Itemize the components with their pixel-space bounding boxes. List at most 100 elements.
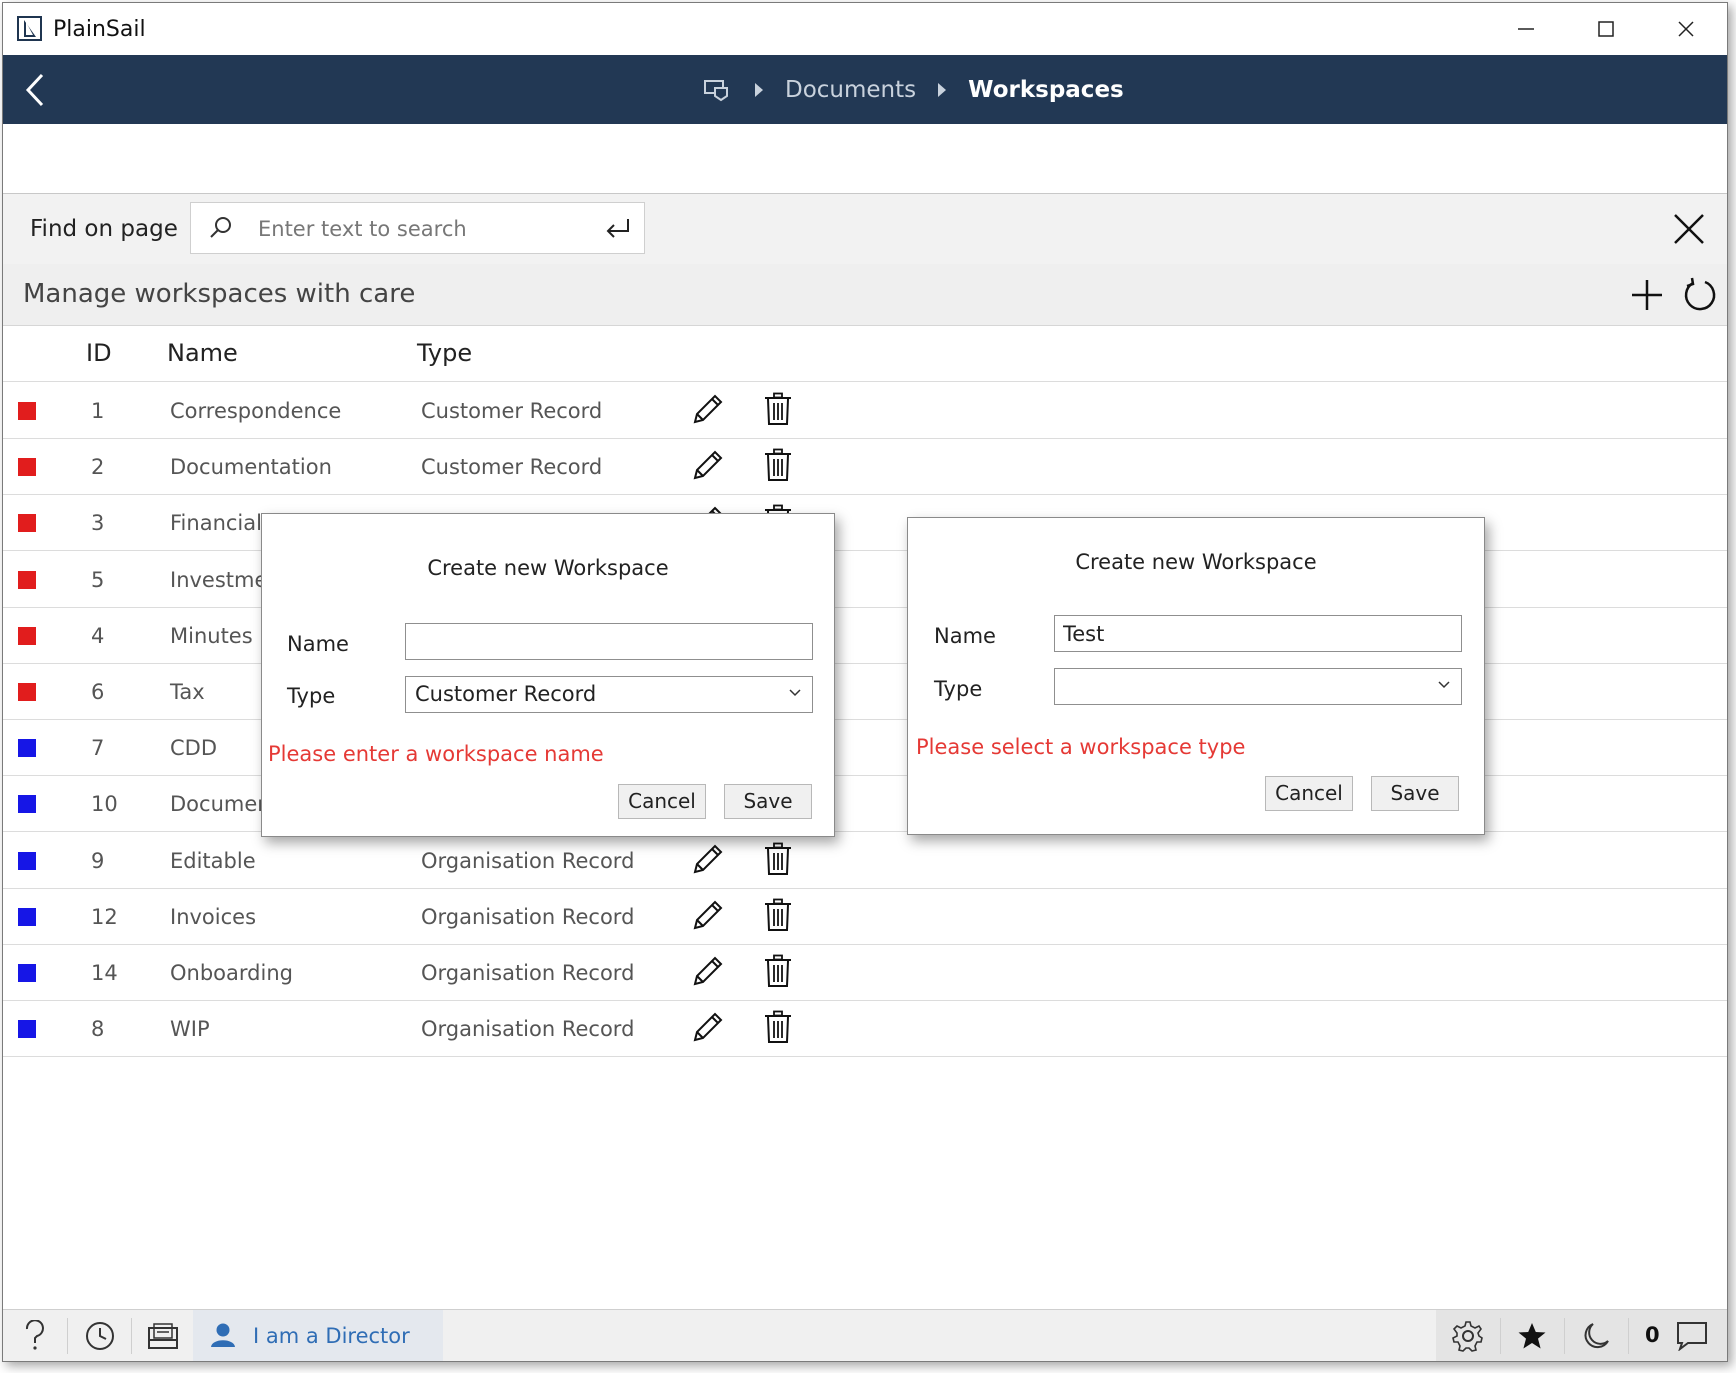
- save-button[interactable]: Save: [724, 784, 812, 819]
- chat-icon: [1677, 1322, 1707, 1351]
- status-color-indicator: [18, 458, 36, 477]
- status-bar: I am a Director 0: [3, 1309, 1727, 1361]
- validation-error: Please select a workspace type: [916, 735, 1246, 759]
- table-row[interactable]: 12 Invoices Organisation Record: [3, 888, 1727, 945]
- table-row[interactable]: 8 WIP Organisation Record: [3, 1000, 1727, 1058]
- pencil-icon[interactable]: [691, 842, 725, 876]
- table-row[interactable]: 1 Correspondence Customer Record: [3, 382, 1727, 439]
- cell-name: Editable: [170, 848, 256, 873]
- back-arrow-icon: [25, 73, 44, 106]
- back-button[interactable]: [15, 67, 55, 112]
- close-icon: [1678, 21, 1694, 37]
- cell-name: Documentation: [170, 455, 332, 480]
- search-input[interactable]: [256, 213, 590, 245]
- dialog-title: Create new Workspace: [427, 556, 669, 580]
- dark-mode-button[interactable]: [1567, 1310, 1625, 1361]
- cell-type: Organisation Record: [421, 1017, 635, 1042]
- close-find-icon[interactable]: [1669, 209, 1709, 249]
- minimize-icon: [1518, 28, 1534, 30]
- close-window-button[interactable]: [1646, 3, 1726, 55]
- messages-button[interactable]: [1667, 1310, 1717, 1361]
- pencil-icon[interactable]: [691, 898, 725, 932]
- validation-error: Please enter a workspace name: [268, 742, 604, 766]
- type-select[interactable]: Customer Record: [405, 676, 813, 713]
- status-color-indicator: [18, 683, 36, 701]
- pencil-icon[interactable]: [691, 392, 725, 426]
- enter-icon[interactable]: [604, 215, 632, 241]
- cell-type: Organisation Record: [421, 904, 635, 929]
- save-button[interactable]: Save: [1371, 776, 1459, 811]
- name-field[interactable]: [405, 623, 813, 660]
- inbox-icon: [148, 1323, 178, 1349]
- cell-id: 1: [91, 399, 105, 423]
- search-box: [190, 202, 645, 254]
- table-row[interactable]: 9 Editable Organisation Record: [3, 832, 1727, 889]
- status-color-indicator: [18, 907, 36, 926]
- name-label: Name: [287, 632, 349, 656]
- find-bar: Find on page: [3, 193, 1727, 265]
- cell-id: 14: [91, 961, 118, 985]
- create-workspace-dialog-right: Create new Workspace Name Type Please se…: [907, 517, 1485, 835]
- cell-id: 7: [91, 736, 105, 761]
- trash-icon[interactable]: [763, 392, 793, 426]
- cell-id: 9: [91, 848, 105, 873]
- create-workspace-dialog-left: Create new Workspace Name Type Customer …: [261, 513, 835, 837]
- dialog-title: Create new Workspace: [1075, 550, 1317, 574]
- user-role-button[interactable]: I am a Director: [193, 1310, 443, 1361]
- status-color-indicator: [18, 402, 36, 420]
- status-color-indicator: [18, 739, 36, 758]
- breadcrumb-documents[interactable]: Documents: [785, 77, 916, 103]
- divider: [131, 1318, 132, 1354]
- table-header: ID Name Type: [3, 325, 1727, 382]
- user-icon: [211, 1323, 235, 1347]
- minimize-button[interactable]: [1486, 3, 1566, 55]
- breadcrumb-workspaces: Workspaces: [968, 76, 1124, 103]
- type-select[interactable]: [1054, 668, 1462, 705]
- cell-name: Tax: [170, 680, 205, 704]
- page-header: Manage workspaces with care: [3, 264, 1727, 326]
- cell-type: Organisation Record: [421, 961, 635, 985]
- settings-button[interactable]: [1439, 1310, 1497, 1361]
- cell-type: Customer Record: [421, 399, 603, 423]
- trash-icon[interactable]: [763, 898, 793, 932]
- user-role-label: I am a Director: [253, 1324, 410, 1348]
- table-row[interactable]: 2 Documentation Customer Record: [3, 438, 1727, 496]
- app-logo-icon: [17, 16, 42, 41]
- pencil-icon[interactable]: [691, 448, 725, 482]
- navigation-bar: Documents Workspaces: [3, 55, 1727, 124]
- history-button[interactable]: [75, 1310, 125, 1361]
- table-row[interactable]: 14 Onboarding Organisation Record: [3, 944, 1727, 1001]
- inbox-button[interactable]: [137, 1310, 189, 1361]
- trash-icon[interactable]: [763, 448, 793, 482]
- cell-id: 3: [91, 511, 105, 536]
- cell-name: WIP: [170, 1017, 210, 1042]
- cell-id: 5: [91, 567, 105, 592]
- maximize-button[interactable]: [1566, 3, 1646, 55]
- cell-id: 4: [91, 623, 105, 648]
- trash-icon[interactable]: [763, 842, 793, 876]
- trash-icon[interactable]: [763, 954, 793, 988]
- cancel-button[interactable]: Cancel: [1265, 776, 1353, 811]
- column-header-type: Type: [417, 339, 473, 367]
- help-icon: [25, 1320, 44, 1350]
- pencil-icon[interactable]: [691, 954, 725, 988]
- breadcrumb-home[interactable]: [703, 75, 733, 105]
- status-color-indicator: [18, 1020, 36, 1039]
- history-icon: [86, 1322, 114, 1350]
- gear-icon: [1452, 1321, 1483, 1352]
- cancel-button[interactable]: Cancel: [618, 784, 706, 819]
- cell-name: Minutes: [170, 623, 253, 648]
- divider: [1564, 1318, 1565, 1354]
- help-button[interactable]: [11, 1310, 59, 1361]
- chevron-down-icon: [1438, 681, 1450, 689]
- divider: [67, 1318, 68, 1354]
- favorites-button[interactable]: [1503, 1310, 1561, 1361]
- divider: [1628, 1318, 1629, 1354]
- pencil-icon[interactable]: [691, 1010, 725, 1044]
- trash-icon[interactable]: [763, 1010, 793, 1044]
- add-icon[interactable]: [1629, 277, 1665, 313]
- notification-count: 0: [1645, 1323, 1660, 1347]
- name-field[interactable]: [1054, 615, 1462, 652]
- refresh-icon[interactable]: [1681, 276, 1719, 314]
- breadcrumb: Documents Workspaces: [703, 55, 1124, 124]
